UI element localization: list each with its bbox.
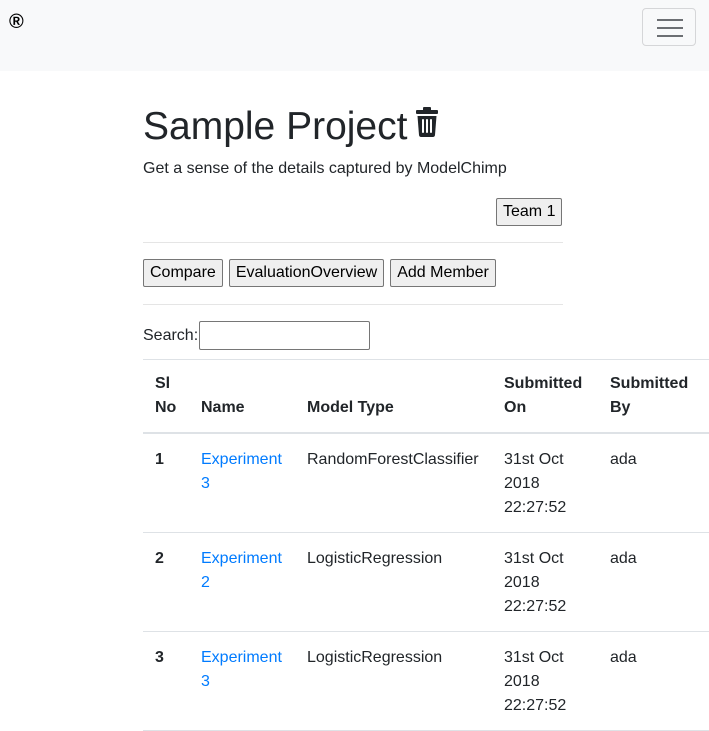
cell-submitted-on: 31st Oct 2018 22:27:52 — [492, 631, 598, 731]
divider — [143, 304, 563, 305]
navbar-toggle-button[interactable] — [642, 8, 696, 46]
cell-submitted-by: ada — [598, 532, 709, 632]
add-member-button[interactable]: Add Member — [390, 259, 496, 287]
column-header-submitted-by[interactable]: Submitted By — [598, 359, 709, 434]
column-header-submitted-on[interactable]: Submitted On — [492, 359, 598, 434]
table-row: 1 Experiment 3 RandomForestClassifier 31… — [143, 433, 709, 533]
experiment-link[interactable]: Experiment 3 — [201, 451, 282, 492]
table-row: 3 Experiment 3 LogisticRegression 31st O… — [143, 631, 709, 731]
column-header-model-type[interactable]: Model Type — [295, 359, 492, 434]
experiment-link[interactable]: Experiment 2 — [201, 550, 282, 591]
cell-name: Experiment 3 — [189, 433, 295, 533]
compare-button[interactable]: Compare — [143, 259, 223, 287]
page-title: Sample Project — [143, 104, 439, 152]
table-header-row: Sl No Name Model Type Submitted On Submi… — [143, 359, 709, 434]
experiments-table: Sl No Name Model Type Submitted On Submi… — [143, 359, 709, 731]
table-row: 2 Experiment 2 LogisticRegression 31st O… — [143, 532, 709, 632]
cell-model-type: LogisticRegression — [295, 631, 492, 731]
action-bar: Compare EvaluationOverview Add Member — [143, 259, 496, 287]
cell-model-type: LogisticRegression — [295, 532, 492, 632]
search-field: Search: — [143, 321, 371, 350]
project-title: Sample Project — [143, 105, 408, 148]
team-button[interactable]: Team 1 — [496, 198, 563, 226]
cell-name: Experiment 2 — [189, 532, 295, 632]
project-description: Get a sense of the details captured by M… — [143, 160, 507, 177]
search-input[interactable] — [199, 321, 371, 350]
cell-model-type: RandomForestClassifier — [295, 433, 492, 533]
column-header-name[interactable]: Name — [189, 359, 295, 434]
cell-sl-no: 2 — [143, 532, 189, 632]
cell-sl-no: 3 — [143, 631, 189, 731]
cell-submitted-by: ada — [598, 631, 709, 731]
divider — [143, 242, 563, 243]
search-label: Search: — [143, 326, 199, 344]
trash-icon[interactable] — [415, 102, 439, 148]
brand-logo[interactable]: ® — [9, 11, 24, 34]
evaluation-overview-button[interactable]: EvaluationOverview — [228, 259, 385, 287]
navbar: ® — [0, 0, 709, 71]
column-header-sl-no[interactable]: Sl No — [143, 359, 189, 434]
experiment-link[interactable]: Experiment 3 — [201, 649, 282, 690]
cell-submitted-on: 31st Oct 2018 22:27:52 — [492, 433, 598, 533]
cell-submitted-by: ada — [598, 433, 709, 533]
cell-sl-no: 1 — [143, 433, 189, 533]
cell-submitted-on: 31st Oct 2018 22:27:52 — [492, 532, 598, 632]
cell-name: Experiment 3 — [189, 631, 295, 731]
